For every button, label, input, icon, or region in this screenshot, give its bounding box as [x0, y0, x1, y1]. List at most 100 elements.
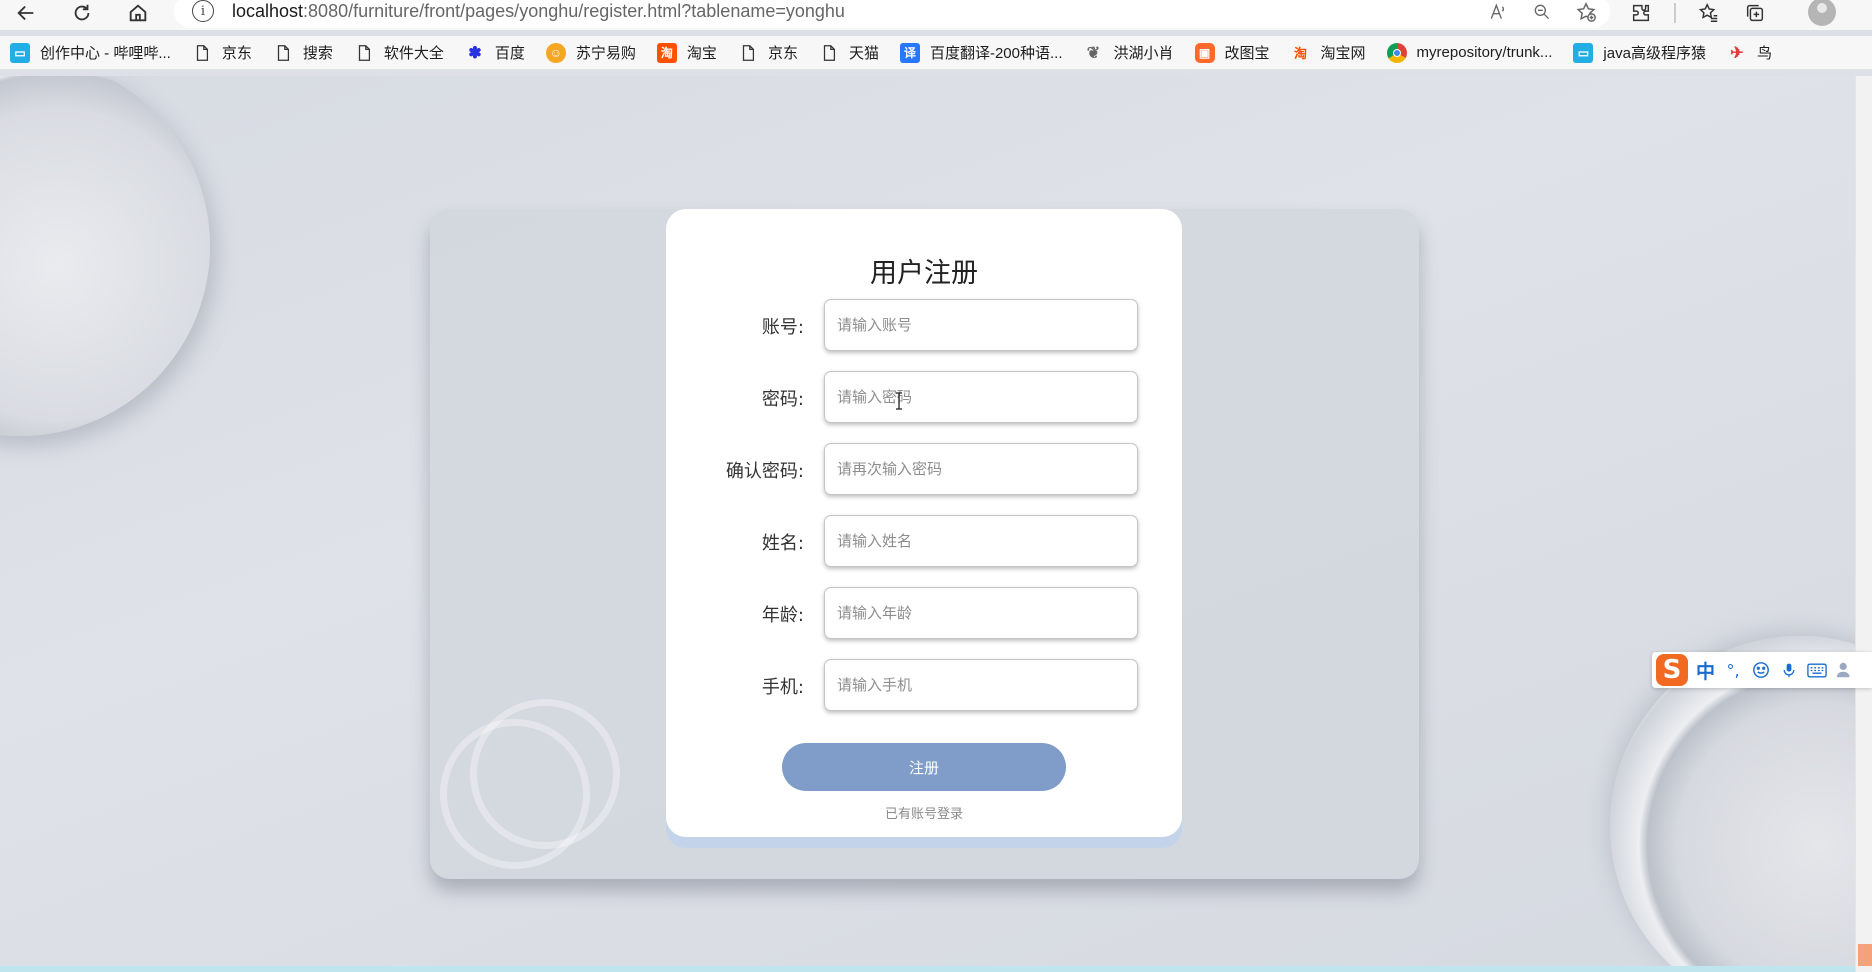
bookmark-item[interactable]: ▣ 改图宝: [1194, 42, 1270, 63]
name-label: 姓名:: [761, 533, 804, 554]
page-icon: [192, 43, 212, 63]
bookmark-label: 苏宁易购: [575, 45, 636, 62]
url-text[interactable]: localhost:8080/furniture/front/pages/yon…: [232, 1, 845, 22]
browser-toolbar: i localhost:8080/furniture/front/pages/y…: [0, 0, 1872, 30]
bookmark-item[interactable]: 京东: [192, 42, 252, 63]
bookmark-label: 京东: [221, 45, 252, 62]
microphone-icon[interactable]: [1779, 660, 1799, 680]
form-row-account: 账号:: [666, 299, 1182, 351]
account-input[interactable]: [824, 299, 1138, 351]
confirm-password-input[interactable]: [824, 443, 1138, 495]
register-card: 用户注册 账号: 密码: 确认密码: 姓名: 年龄: 手机: 注册 已有账号登录: [666, 209, 1182, 837]
bookmark-label: java高级程序猿: [1603, 45, 1706, 62]
bookmark-label: 改图宝: [1224, 45, 1270, 62]
emoji-icon[interactable]: [1751, 660, 1771, 680]
ime-mode-toggle[interactable]: 中: [1696, 657, 1715, 684]
bookmark-label: 天猫: [848, 45, 879, 62]
name-input[interactable]: [824, 515, 1138, 567]
bookmark-item[interactable]: 软件大全: [354, 42, 444, 63]
bookmark-item[interactable]: ▭ 创作中心 - 哔哩哔...: [10, 42, 171, 63]
zoom-out-icon[interactable]: [1530, 0, 1554, 24]
page-icon: [819, 43, 839, 63]
baidu-paw-icon: ✽: [468, 44, 482, 62]
bookmark-item[interactable]: ❦ 洪湖小肖: [1084, 42, 1174, 63]
ime-toolbar[interactable]: S 中 °,: [1652, 652, 1872, 688]
baidu-translate-icon: 译: [899, 42, 920, 63]
account-label: 账号:: [761, 317, 804, 338]
bookmark-item[interactable]: 译百度翻译-200种语...: [899, 42, 1063, 63]
read-aloud-icon[interactable]: [1486, 0, 1510, 24]
bookmark-item[interactable]: 京东: [738, 42, 798, 63]
form-row-phone: 手机:: [666, 659, 1182, 711]
form-row-age: 年龄:: [666, 587, 1182, 639]
login-link[interactable]: 已有账号登录: [666, 803, 1182, 822]
bookmark-label: 软件大全: [383, 45, 444, 62]
password-label: 密码:: [761, 389, 804, 410]
suning-icon: ☺: [545, 42, 566, 63]
profile-avatar-icon[interactable]: [1808, 0, 1836, 26]
decorative-plate: [0, 76, 210, 436]
bird-red-icon: ✈: [1730, 44, 1744, 62]
bookmark-item[interactable]: ▭ java高级程序猿: [1573, 42, 1706, 63]
password-input[interactable]: [824, 371, 1138, 423]
page-title: 用户注册: [870, 258, 978, 289]
bookmark-label: 百度: [494, 45, 525, 62]
site-info-icon[interactable]: i: [192, 0, 214, 22]
url-path: :8080/furniture/front/pages/yonghu/regis…: [303, 0, 845, 21]
bookmark-item[interactable]: ☺ 苏宁易购: [545, 42, 636, 63]
bookmark-item[interactable]: ✽ 百度: [465, 42, 525, 63]
bilibili-icon: ▭: [10, 42, 30, 63]
bookmark-label: 搜索: [302, 45, 333, 62]
skin-icon[interactable]: [1835, 660, 1855, 680]
keyboard-icon[interactable]: [1807, 660, 1827, 680]
chrome-icon: [1386, 42, 1407, 63]
bookmark-item[interactable]: myrepository/trunk...: [1386, 42, 1553, 63]
bookmark-label: myrepository/trunk...: [1416, 44, 1553, 61]
url-host: localhost: [232, 0, 304, 21]
add-favorite-icon[interactable]: [1574, 0, 1598, 24]
text-cursor-icon: [896, 392, 902, 410]
confirm-password-label: 确认密码:: [725, 461, 804, 482]
bookmark-item[interactable]: 天猫: [819, 42, 879, 63]
register-button[interactable]: 注册: [782, 743, 1066, 791]
page-icon: [738, 43, 758, 63]
bookmark-label: 淘宝: [686, 45, 717, 62]
phone-label: 手机:: [761, 677, 804, 698]
bookmark-label: 淘宝网: [1320, 45, 1366, 62]
age-input[interactable]: [824, 587, 1138, 639]
bookmark-label: 创作中心 - 哔哩哔...: [40, 45, 171, 62]
bottom-strip: [0, 966, 1855, 972]
page-icon: [273, 43, 293, 63]
bird-icon: ❦: [1086, 44, 1101, 62]
extensions-icon[interactable]: [1628, 0, 1654, 26]
form-row-name: 姓名:: [666, 515, 1182, 567]
bookmark-item[interactable]: 淘淘宝: [656, 42, 717, 63]
decorative-ring: [470, 699, 620, 849]
age-label: 年龄:: [761, 605, 804, 626]
bookmark-label: 洪湖小肖: [1113, 45, 1174, 62]
page-icon: [354, 43, 374, 63]
toolbar-divider: [1674, 3, 1676, 23]
favorites-icon[interactable]: [1696, 0, 1722, 26]
collections-icon[interactable]: [1742, 0, 1768, 26]
bookmark-label: 京东: [767, 45, 798, 62]
bookmarks-bar: ▭ 创作中心 - 哔哩哔... 京东 搜索 软件大全 ✽ 百度 ☺ 苏宁易购 淘淘宝 …: [0, 36, 1872, 70]
bookmark-item[interactable]: 淘淘宝网: [1291, 42, 1366, 63]
bookmark-item[interactable]: ✈ 鸟: [1727, 42, 1772, 63]
taskbar-corner-icon: [1858, 944, 1872, 966]
bookmark-item[interactable]: 搜索: [273, 42, 333, 63]
address-bar[interactable]: i localhost:8080/furniture/front/pages/y…: [174, 0, 1610, 28]
back-arrow-icon[interactable]: [8, 0, 44, 26]
phone-input[interactable]: [824, 659, 1138, 711]
refresh-icon[interactable]: [64, 0, 100, 26]
punctuation-icon[interactable]: °,: [1723, 660, 1743, 680]
home-icon[interactable]: [120, 0, 156, 26]
bookmark-label: 百度翻译-200种语...: [929, 45, 1063, 62]
vertical-scrollbar[interactable]: [1855, 76, 1872, 972]
gaitubao-icon: ▣: [1194, 42, 1215, 63]
bookmark-label: 鸟: [1756, 45, 1772, 62]
page-background: 用户注册 账号: 密码: 确认密码: 姓名: 年龄: 手机: 注册 已有账号登录: [0, 76, 1855, 966]
bilibili-icon: ▭: [1573, 42, 1594, 63]
form-row-password: 密码:: [666, 371, 1182, 423]
sogou-logo-icon[interactable]: S: [1656, 654, 1688, 686]
